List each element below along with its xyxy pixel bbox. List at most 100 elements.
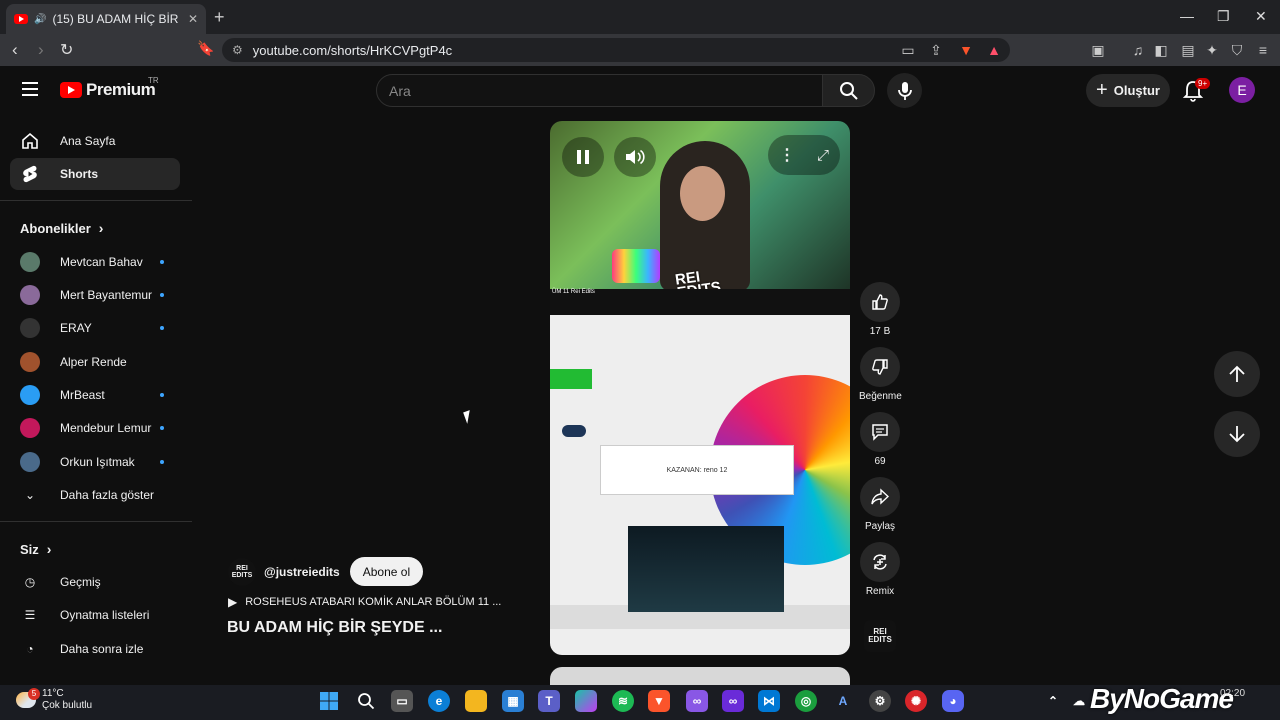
- close-tab-icon[interactable]: ✕: [188, 12, 198, 26]
- channel-handle[interactable]: @justreiedits: [264, 565, 340, 579]
- close-window-icon[interactable]: ✕: [1255, 8, 1267, 25]
- account-avatar[interactable]: E: [1229, 77, 1255, 103]
- remix-button[interactable]: Remix: [859, 542, 901, 597]
- pause-button[interactable]: [562, 137, 604, 177]
- teams-icon[interactable]: T: [538, 690, 560, 712]
- url-field[interactable]: ⚙ youtube.com/shorts/HrKCVPgtP4c: [222, 38, 1010, 62]
- restore-icon[interactable]: ❐: [1217, 8, 1230, 25]
- leo-ai-icon[interactable]: ✦: [1204, 42, 1220, 58]
- steam-icon[interactable]: ⚙: [869, 690, 891, 712]
- share-page-icon[interactable]: ⇪: [928, 42, 944, 58]
- subscription-item[interactable]: Mendebur Lemur: [20, 416, 170, 440]
- visual-studio-preview-icon[interactable]: ∞: [722, 690, 744, 712]
- channel-name: ERAY: [60, 321, 92, 335]
- create-button[interactable]: + Oluştur: [1086, 74, 1170, 107]
- browser-menu-icon[interactable]: ≡: [1255, 42, 1271, 58]
- edge-icon[interactable]: e: [428, 690, 450, 712]
- vscode-icon[interactable]: ⋈: [758, 690, 780, 712]
- subscription-item[interactable]: ERAY: [20, 316, 170, 340]
- onedrive-icon[interactable]: ☁: [1068, 690, 1090, 712]
- like-button[interactable]: 17 B: [859, 282, 901, 337]
- weather-condition: Çok bulutlu: [42, 700, 93, 711]
- store-icon[interactable]: ▦: [502, 690, 524, 712]
- copilot-icon[interactable]: [575, 690, 597, 712]
- weather-widget[interactable]: 5 11°C Çok bulutlu: [16, 688, 92, 712]
- you-header[interactable]: Siz ›: [20, 541, 51, 557]
- minimize-icon[interactable]: —: [1180, 8, 1194, 24]
- sidebar-item-shorts[interactable]: Shorts: [10, 158, 180, 190]
- tray-overflow-icon[interactable]: ⌃: [1042, 690, 1064, 712]
- subscription-item[interactable]: MrBeast: [20, 383, 170, 407]
- browser-tab[interactable]: 🔊 (15) BU ADAM HİÇ BİR ŞEYDE ✕: [6, 4, 206, 34]
- subscription-item[interactable]: Mevtcan Bahav: [20, 250, 170, 274]
- more-options-icon[interactable]: ⋮: [779, 145, 795, 165]
- rgb-light: [612, 249, 660, 283]
- xbox-app-icon[interactable]: ◎: [795, 690, 817, 712]
- voice-search-button[interactable]: [887, 73, 922, 108]
- reload-icon[interactable]: ↻: [60, 40, 73, 60]
- sidebar-item-history[interactable]: ◷ Geçmiş: [20, 570, 170, 594]
- share-button[interactable]: Paylaş: [859, 477, 901, 532]
- channel-avatar: [20, 452, 40, 472]
- spotify-icon[interactable]: ≋: [612, 690, 634, 712]
- launcher-icon[interactable]: A: [832, 690, 854, 712]
- subscribe-button[interactable]: Abone ol: [349, 557, 424, 586]
- discord-icon[interactable]: ◕: [942, 690, 964, 712]
- back-icon[interactable]: ‹: [12, 40, 18, 60]
- history-icon: ◷: [24, 575, 36, 589]
- cast-icon[interactable]: ▭: [900, 42, 916, 58]
- search-input[interactable]: [376, 74, 823, 107]
- player-controls: [562, 137, 656, 177]
- volume-button[interactable]: [614, 137, 656, 177]
- subscriptions-header[interactable]: Abonelikler ›: [20, 220, 103, 236]
- new-tab-icon[interactable]: +: [214, 7, 225, 28]
- show-more-label: Daha fazla göster: [60, 488, 155, 502]
- taskbar-clock[interactable]: 02:20: [1220, 688, 1245, 699]
- address-bar-row: ‹ › ↻ 🔖 ⚙ youtube.com/shorts/HrKCVPgtP4c…: [0, 34, 1280, 66]
- next-short-button[interactable]: [1214, 411, 1260, 457]
- task-view-icon[interactable]: ▭: [391, 690, 413, 712]
- sidebar-item-label: Daha sonra izle: [60, 642, 144, 656]
- short-title[interactable]: BU ADAM HİÇ BİR ŞEYDE ...: [227, 619, 442, 637]
- dislike-button[interactable]: Beğenme: [859, 347, 902, 402]
- comments-button[interactable]: 69: [859, 412, 901, 467]
- visual-studio-icon[interactable]: ∞: [686, 690, 708, 712]
- reader-icon[interactable]: ▣: [1090, 42, 1106, 58]
- sidebar-item-watch-later[interactable]: ◔ Daha sonra izle: [20, 637, 170, 661]
- site-settings-icon[interactable]: ⚙: [232, 43, 243, 57]
- wallet-icon[interactable]: ▤: [1180, 42, 1196, 58]
- youtube-premium-logo[interactable]: Premium TR: [60, 76, 159, 100]
- brave-shields-icon[interactable]: ▼: [958, 42, 974, 58]
- brave-browser-icon[interactable]: ▼: [648, 690, 670, 712]
- forward-icon[interactable]: ›: [38, 40, 44, 60]
- previous-short-button[interactable]: [1214, 351, 1260, 397]
- file-explorer-icon[interactable]: [465, 690, 487, 712]
- search-button[interactable]: [822, 74, 875, 107]
- riot-client-icon[interactable]: ✺: [905, 690, 927, 712]
- bookmark-icon[interactable]: 🔖: [197, 40, 214, 57]
- sidebar-item-playlists[interactable]: ☰ Oynatma listeleri: [20, 603, 170, 627]
- subscription-item[interactable]: Mert Bayantemur: [20, 283, 170, 307]
- microphone-icon: [897, 81, 912, 100]
- show-more-button[interactable]: ⌄ Daha fazla göster: [20, 483, 170, 507]
- sound-source-avatar[interactable]: REI EDITS: [864, 620, 896, 652]
- channel-avatar: [20, 385, 40, 405]
- media-icon[interactable]: ♫: [1130, 42, 1146, 58]
- windows-start-icon[interactable]: [318, 690, 340, 712]
- comment-count: 69: [874, 456, 886, 467]
- channel-avatar[interactable]: REI EDITS: [228, 557, 256, 586]
- hamburger-menu-icon[interactable]: [22, 82, 38, 96]
- thumbs-up-icon: [872, 294, 888, 310]
- subscription-item[interactable]: Orkun Işıtmak: [20, 450, 170, 474]
- channel-name: Mevtcan Bahav: [60, 255, 143, 269]
- vpn-icon[interactable]: ⛉: [1229, 42, 1245, 58]
- playlist-link[interactable]: ▶ ROSEHEUS ATABARI KOMİK ANLAR BÖLÜM 11 …: [228, 595, 501, 609]
- shorts-video-player[interactable]: REI EDITS ÜM 11 Rei Edits KAZANAN: reno …: [550, 121, 850, 655]
- sidebar-toggle-icon[interactable]: ◧: [1153, 42, 1169, 58]
- sidebar-item-home[interactable]: Ana Sayfa: [10, 125, 180, 157]
- sidebar-item-label: Ana Sayfa: [60, 134, 116, 148]
- fullscreen-icon[interactable]: ⤢: [817, 147, 829, 164]
- taskbar-search-icon[interactable]: [355, 690, 377, 712]
- brave-rewards-icon[interactable]: ▲: [986, 42, 1002, 58]
- subscription-item[interactable]: Alper Rende: [20, 350, 170, 374]
